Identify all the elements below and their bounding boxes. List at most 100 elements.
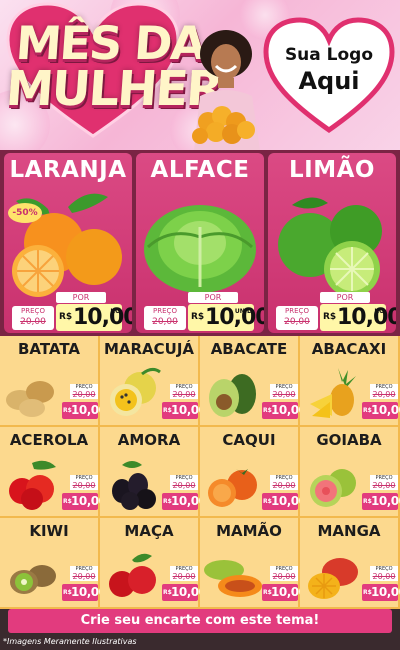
price-value: 10,00 [371, 403, 400, 417]
product-name: ALFACE [150, 157, 250, 183]
old-price-tag: PREÇO 20,00 [12, 306, 54, 330]
product-name: GOIABA [316, 431, 382, 449]
product-card-caqui[interactable]: CAQUI PREÇO 20,00 R$ 10,00 [200, 427, 307, 518]
price-value: 10,00 [337, 305, 396, 330]
product-grid: BATATA PREÇO 20,00 R$ 10,00 MARACUJÁ PRE… [0, 336, 400, 609]
price-tag: PREÇO 20,00 R$ 10,00 [362, 475, 400, 513]
old-price: 20,00 [270, 572, 298, 581]
old-price: 20,00 [70, 572, 98, 581]
price-tag: PREÇO 20,00 R$ 10,00 [162, 384, 207, 422]
price-box: R$ 10,00 [262, 493, 307, 510]
old-price: 20,00 [70, 481, 98, 490]
currency-label: R$ [191, 312, 205, 322]
product-name: CAQUI [222, 431, 276, 449]
price-tag: PREÇO 20,00 R$ 10,00 [262, 384, 307, 422]
product-name: MAÇA [124, 522, 174, 540]
preco-label: PREÇO [21, 307, 45, 315]
acerola-icon [9, 460, 56, 510]
product-name: LIMÃO [289, 157, 375, 183]
featured-products: LARANJA -50% POR PREÇO 20,00 R$ 10,00 KG… [0, 150, 400, 336]
avocado-icon [209, 374, 256, 417]
price-tag: PREÇO 20,00 R$ 10,00 [262, 475, 307, 513]
product-card-batata[interactable]: BATATA PREÇO 20,00 R$ 10,00 [0, 336, 107, 427]
price-value: 10,00 [371, 585, 400, 599]
old-price: 20,00 [370, 572, 398, 581]
currency-label: R$ [59, 312, 73, 322]
papaya-icon [204, 560, 262, 597]
price-tag: PREÇO 20,00 R$ 10,00 [62, 384, 107, 422]
product-name: MANGA [317, 522, 381, 540]
price-value: 10,00 [73, 305, 132, 330]
featured-card-laranja[interactable]: LARANJA -50% POR PREÇO 20,00 R$ 10,00 KG [4, 153, 132, 333]
product-name: MARACUJÁ [103, 340, 195, 358]
old-price: 20,00 [170, 481, 198, 490]
old-price: 20,00 [270, 390, 298, 399]
product-name: LARANJA [9, 157, 127, 183]
old-price: 20,00 [170, 572, 198, 581]
product-name: MAMÃO [216, 522, 282, 540]
product-card-amora[interactable]: AMORA PREÇO 20,00 R$ 10,00 [100, 427, 207, 518]
product-card-abacaxi[interactable]: ABACAXI PREÇO 20,00 R$ 10,00 [300, 336, 400, 427]
featured-card-limao[interactable]: LIMÃO POR PREÇO 20,00 R$ 10,00 KG [268, 153, 396, 333]
price-tag: PREÇO 20,00 R$ 10,00 [62, 475, 107, 513]
woman-with-flowers-illustration [192, 30, 260, 150]
product-card-maca[interactable]: MAÇA PREÇO 20,00 R$ 10,00 [100, 518, 207, 609]
discount-badge: -50% [8, 203, 42, 223]
currency-label: R$ [323, 312, 337, 322]
product-card-kiwi[interactable]: KIWI PREÇO 20,00 R$ 10,00 [0, 518, 107, 609]
product-card-manga[interactable]: MANGA PREÇO 20,00 R$ 10,00 [300, 518, 400, 609]
price-box: R$ 10,00 [362, 493, 400, 510]
product-card-maracuja[interactable]: MARACUJÁ PREÇO 20,00 R$ 10,00 [100, 336, 207, 427]
old-price: 20,00 [370, 390, 398, 399]
price-box: R$ 10,00 [262, 584, 307, 601]
logo-line-1: Sua Logo [284, 45, 374, 65]
preco-label: PREÇO [285, 307, 309, 315]
hero-header: MÊS DA MULHER Sua Logo Aqui [0, 0, 400, 150]
price-box: R$ 10,00 [162, 402, 207, 419]
price-box: R$ 10,00 [162, 493, 207, 510]
pineapple-icon [310, 368, 356, 418]
guava-icon [310, 469, 356, 507]
mango-icon [308, 558, 358, 599]
unit-label: UNID [234, 308, 252, 315]
price-tag: R$ 10,00 KG [320, 304, 396, 331]
title-line-1: MÊS DA [14, 16, 207, 70]
potato-icon [6, 381, 54, 417]
lettuce-icon [144, 205, 256, 293]
apple-icon [109, 553, 156, 597]
product-card-goiaba[interactable]: GOIABA PREÇO 20,00 R$ 10,00 [300, 427, 400, 518]
old-price-tag: PREÇO 20,00 [144, 306, 186, 330]
product-card-mamao[interactable]: MAMÃO PREÇO 20,00 R$ 10,00 [200, 518, 307, 609]
old-price: 20,00 [70, 390, 98, 399]
lime-icon [278, 197, 382, 297]
por-label: POR [188, 292, 238, 303]
old-price-tag: PREÇO 20,00 [276, 306, 318, 330]
price-tag: PREÇO 20,00 R$ 10,00 [262, 566, 307, 604]
passion-fruit-icon [110, 367, 161, 416]
price-tag: PREÇO 20,00 R$ 10,00 [362, 566, 400, 604]
price-tag: R$ 10,00 KG [56, 304, 132, 331]
por-label: POR [320, 292, 370, 303]
product-name: BATATA [17, 340, 81, 358]
product-name: KIWI [29, 522, 69, 540]
unit-label: KG [110, 308, 120, 315]
preco-label: PREÇO [153, 307, 177, 315]
price-box: R$ 10,00 [162, 584, 207, 601]
featured-card-alface[interactable]: ALFACE POR PREÇO 20,00 R$ 10,00 UNID [136, 153, 264, 333]
kiwi-icon [10, 565, 56, 594]
product-card-acerola[interactable]: ACEROLA PREÇO 20,00 R$ 10,00 [0, 427, 107, 518]
price-tag: PREÇO 20,00 R$ 10,00 [162, 566, 207, 604]
unit-label: KG [374, 308, 384, 315]
product-card-abacate[interactable]: ABACATE PREÇO 20,00 R$ 10,00 [200, 336, 307, 427]
price-tag: PREÇO 20,00 R$ 10,00 [362, 384, 400, 422]
cta-banner[interactable]: Crie seu encarte com este tema! [8, 609, 392, 633]
price-tag: PREÇO 20,00 R$ 10,00 [162, 475, 207, 513]
price-box: R$ 10,00 [362, 402, 400, 419]
old-price: 20,00 [284, 317, 310, 327]
old-price: 20,00 [20, 317, 46, 327]
logo-placeholder[interactable]: Sua Logo Aqui [262, 44, 396, 96]
price-tag: PREÇO 20,00 R$ 10,00 [62, 566, 107, 604]
price-box: R$ 10,00 [62, 584, 107, 601]
old-price: 20,00 [170, 390, 198, 399]
price-box: R$ 10,00 [62, 493, 107, 510]
